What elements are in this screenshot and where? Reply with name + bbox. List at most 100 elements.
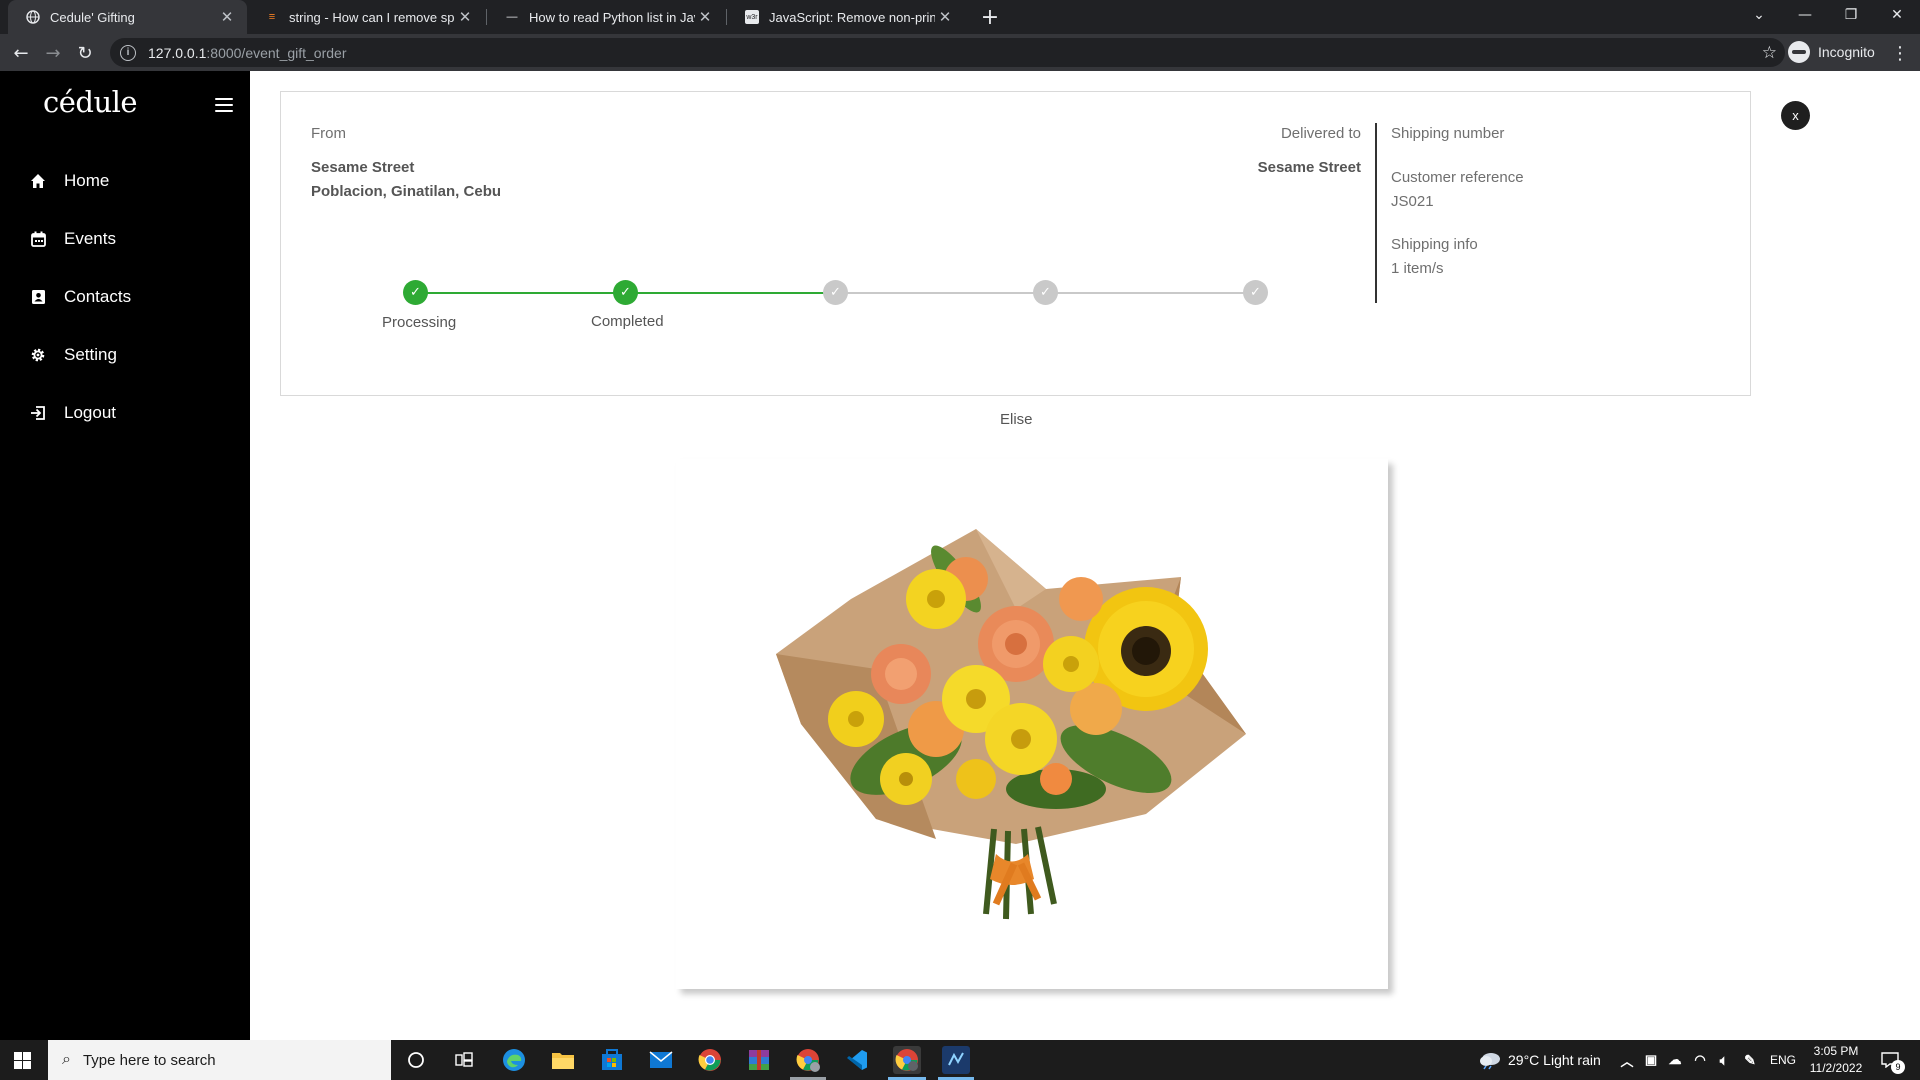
- microsoft-store-icon[interactable]: [598, 1046, 626, 1074]
- chrome-profile-icon[interactable]: [794, 1046, 822, 1074]
- from-label: From: [311, 125, 346, 142]
- tab-title: JavaScript: Remove non-printable: [769, 9, 935, 25]
- sidebar-item-label: Home: [64, 171, 110, 190]
- step-4-check-icon: ✓: [1033, 280, 1058, 305]
- progress-line-done: [416, 292, 626, 294]
- step-processing-label: Processing: [382, 314, 457, 331]
- step-completed-label: Completed: [591, 313, 664, 330]
- tab-close-icon[interactable]: ✕: [935, 8, 955, 26]
- tab-stackoverflow[interactable]: ≡ string - How can I remove specia ✕: [247, 0, 485, 34]
- tab-title: How to read Python list in Javasc: [529, 9, 695, 25]
- browser-tab-bar: Cedule' Gifting ✕ ≡ string - How can I r…: [0, 0, 1920, 34]
- chrome-icon[interactable]: [696, 1046, 724, 1074]
- incognito-indicator[interactable]: Incognito: [1788, 37, 1875, 67]
- taskbar-search-placeholder: Type here to search: [82, 1051, 216, 1069]
- delivered-to-value: Sesame Street: [1257, 159, 1361, 176]
- address-bar[interactable]: i 127.0.0.1:8000/event_gift_order ☆: [110, 38, 1785, 67]
- taskbar-clock[interactable]: 3:05 PM 11/2/2022: [1806, 1043, 1866, 1077]
- progress-line-done: [626, 292, 836, 294]
- clock-time: 3:05 PM: [1813, 1044, 1859, 1058]
- shipping-info-value: 1 item/s: [1391, 260, 1444, 277]
- sidebar-item-events[interactable]: Events: [30, 224, 116, 254]
- url-host: 127.0.0.1: [148, 44, 207, 61]
- bookmark-star-icon[interactable]: ☆: [1762, 43, 1777, 63]
- step-3-check-icon: ✓: [823, 280, 848, 305]
- python-idle-icon[interactable]: [942, 1046, 970, 1074]
- windows-start-icon[interactable]: [14, 1052, 31, 1069]
- windows-taskbar: ⌕ Type here to search 29°C Light rain ︿ …: [0, 1040, 1920, 1080]
- sidebar-item-home[interactable]: Home: [30, 166, 109, 196]
- order-details-card: From Sesame Street Poblacion, Ginatilan,…: [280, 91, 1751, 396]
- clock-date: 11/2/2022: [1809, 1061, 1863, 1075]
- tab-search-chevron-icon[interactable]: ⌄: [1736, 0, 1782, 30]
- tab-devto[interactable]: — How to read Python list in Javasc ✕: [487, 0, 725, 34]
- onedrive-icon[interactable]: ☁: [1661, 1046, 1689, 1074]
- tab-close-icon[interactable]: ✕: [217, 8, 237, 26]
- mail-icon[interactable]: [647, 1046, 675, 1074]
- window-close-button[interactable]: ✕: [1874, 0, 1920, 30]
- delivered-to-label: Delivered to: [1280, 125, 1361, 142]
- cortana-icon[interactable]: [402, 1046, 430, 1074]
- app-logo[interactable]: cédule: [43, 85, 138, 119]
- step-processing-check-icon: ✓: [403, 280, 428, 305]
- weather-rain-icon[interactable]: [1476, 1046, 1504, 1074]
- info-icon[interactable]: i: [120, 44, 136, 61]
- incognito-icon: [1788, 41, 1810, 63]
- reload-button[interactable]: ↻: [70, 38, 100, 68]
- calendar-icon: [30, 231, 46, 247]
- taskbar-search-box[interactable]: ⌕ Type here to search: [48, 1040, 391, 1080]
- progress-line-todo: [836, 292, 1046, 294]
- restore-button[interactable]: ❐: [1828, 0, 1874, 30]
- tab-close-icon[interactable]: ✕: [695, 8, 715, 26]
- chrome-incognito-icon[interactable]: [893, 1046, 921, 1074]
- tab-title: Cedule' Gifting: [50, 9, 135, 25]
- progress-line-todo: [1046, 292, 1256, 294]
- shipping-info-label: Shipping info: [1391, 236, 1478, 253]
- back-button[interactable]: ←: [6, 38, 36, 68]
- browser-menu-icon[interactable]: ⋮: [1890, 38, 1910, 68]
- tab-w3resource[interactable]: w3r JavaScript: Remove non-printable ✕: [727, 0, 965, 34]
- details-divider: [1375, 123, 1377, 303]
- pen-workspace-icon[interactable]: ✎: [1736, 1046, 1764, 1074]
- sidebar-item-label: Events: [64, 229, 116, 248]
- gift-image-frame: [676, 459, 1388, 989]
- sidebar-item-logout[interactable]: Logout: [30, 398, 116, 428]
- home-icon: [30, 173, 46, 189]
- logout-icon: [30, 405, 46, 421]
- file-explorer-icon[interactable]: [549, 1046, 577, 1074]
- volume-icon[interactable]: 🔈︎: [1710, 1046, 1738, 1074]
- minimize-button[interactable]: —: [1782, 0, 1828, 30]
- recipient-name: Elise: [1000, 411, 1033, 428]
- vscode-icon[interactable]: [843, 1046, 871, 1074]
- sidebar-item-contacts[interactable]: Contacts: [30, 282, 131, 312]
- customer-reference-value: JS021: [1391, 193, 1434, 210]
- from-address-line2: Poblacion, Ginatilan, Cebu: [311, 183, 502, 200]
- tab-close-icon[interactable]: ✕: [455, 8, 475, 26]
- edge-icon[interactable]: [500, 1046, 528, 1074]
- step-completed-check-icon: ✓: [613, 280, 638, 305]
- customer-reference-label: Customer reference: [1391, 169, 1524, 186]
- hamburger-menu-icon[interactable]: [215, 98, 233, 112]
- stackoverflow-icon: ≡: [268, 11, 276, 23]
- from-address-line1: Sesame Street: [311, 159, 415, 176]
- w3r-icon: w3r: [745, 10, 759, 24]
- notification-center-icon[interactable]: 9: [1878, 1048, 1905, 1074]
- gear-icon: [30, 347, 46, 363]
- winrar-icon[interactable]: [745, 1046, 773, 1074]
- weather-text[interactable]: 29°C Light rain: [1508, 1052, 1601, 1068]
- url-path: :8000/event_gift_order: [206, 44, 347, 61]
- new-tab-button[interactable]: +: [976, 3, 1004, 31]
- close-button[interactable]: x: [1781, 101, 1810, 130]
- language-indicator[interactable]: ENG: [1770, 1053, 1796, 1067]
- step-5-check-icon: ✓: [1243, 280, 1268, 305]
- tab-cedule-gifting[interactable]: Cedule' Gifting ✕: [8, 0, 247, 34]
- tab-title: string - How can I remove specia: [289, 9, 455, 25]
- sidebar-item-setting[interactable]: Setting: [30, 340, 117, 370]
- notification-count-badge: 9: [1891, 1060, 1905, 1074]
- shipping-number-label: Shipping number: [1391, 125, 1505, 142]
- forward-button[interactable]: →: [38, 38, 68, 68]
- sidebar-item-label: Logout: [64, 403, 116, 422]
- globe-icon: [26, 10, 40, 24]
- task-view-icon[interactable]: [450, 1046, 478, 1074]
- search-icon: ⌕: [62, 1051, 71, 1068]
